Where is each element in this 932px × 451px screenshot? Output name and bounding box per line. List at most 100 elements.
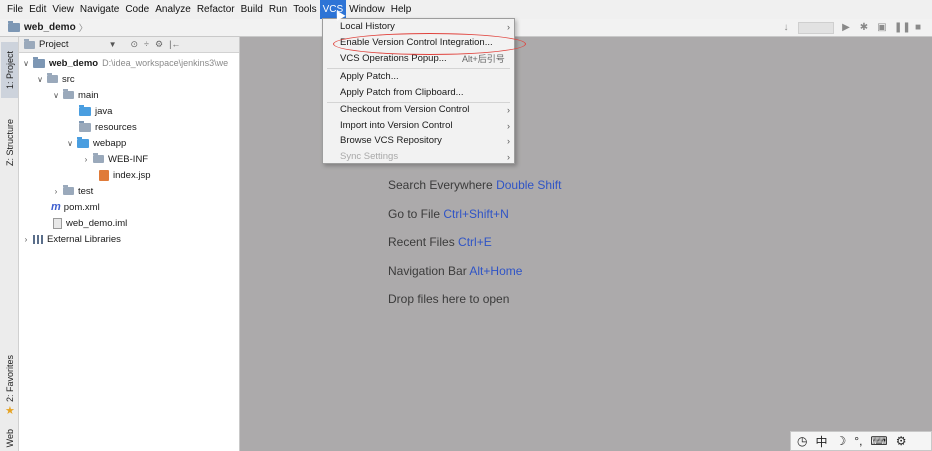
chevron-down-icon[interactable]: ∨ [51, 91, 61, 100]
menu-item-apply-patch[interactable]: Apply Patch... [323, 69, 514, 85]
project-panel-title[interactable]: Project [39, 39, 69, 50]
hint-shortcut: Alt+Home [469, 264, 523, 278]
menu-build[interactable]: Build [238, 0, 266, 19]
chevron-right-icon: › [507, 152, 510, 162]
chevron-down-icon[interactable]: ∨ [35, 75, 45, 84]
ime-settings-icon[interactable]: ⚙ [896, 434, 907, 448]
ime-punctuation-icon[interactable]: °, [854, 434, 862, 448]
hint-navigation-bar: Navigation Bar Alt+Home [388, 264, 522, 278]
menu-item-label: Apply Patch from Clipboard... [340, 87, 464, 98]
tree-item-web-demo[interactable]: ∨ web_demo D:\idea_workspace\jenkins3\we [19, 55, 239, 71]
tree-item-pom-xml[interactable]: m pom.xml [19, 199, 239, 215]
coverage-icon[interactable]: ▣ [876, 22, 888, 34]
tree-item-label: java [95, 105, 113, 117]
tree-item-label: External Libraries [47, 233, 121, 245]
menu-item-import-vcs[interactable]: Import into Version Control › [323, 118, 514, 134]
menu-run[interactable]: Run [266, 0, 290, 19]
menu-help[interactable]: Help [388, 0, 415, 19]
hint-drop-files: Drop files here to open [388, 292, 509, 306]
tree-item-src[interactable]: ∨ src [19, 71, 239, 87]
hint-text: Go to File [388, 207, 441, 221]
folder-icon [63, 185, 74, 195]
locate-icon[interactable]: ⊙ [131, 39, 139, 50]
chevron-down-icon[interactable]: ∨ [21, 59, 31, 68]
collapse-icon[interactable]: ÷ [144, 39, 149, 50]
menu-window[interactable]: Window [346, 0, 388, 19]
project-folder-icon [8, 21, 20, 32]
menu-item-label: Sync Settings [340, 151, 399, 162]
project-view-icon [24, 38, 35, 49]
menu-item-checkout[interactable]: Checkout from Version Control › [323, 102, 514, 118]
chevron-right-icon[interactable]: › [51, 187, 61, 196]
menu-item-label: Import into Version Control [340, 120, 453, 131]
tab-structure[interactable]: Z: Structure [1, 113, 18, 173]
menu-analyze[interactable]: Analyze [152, 0, 194, 19]
tree-item-web-inf[interactable]: › WEB-INF [19, 151, 239, 167]
left-tool-strip: 1: Project Z: Structure 2: Favorites ★ W… [0, 37, 19, 451]
ime-keyboard-icon[interactable]: ⌨ [870, 434, 887, 448]
tree-item-main[interactable]: ∨ main [19, 87, 239, 103]
tab-web[interactable]: Web [1, 427, 18, 449]
ime-logo-icon[interactable]: ◷ [797, 434, 807, 448]
hint-text: Recent Files [388, 235, 455, 249]
tree-item-path: D:\idea_workspace\jenkins3\we [102, 58, 229, 68]
ime-language-toggle[interactable]: 中 [815, 433, 827, 450]
tree-item-webapp[interactable]: ∨ webapp [19, 135, 239, 151]
chevron-down-icon[interactable]: ∨ [65, 139, 75, 148]
hint-shortcut: Ctrl+Shift+N [443, 207, 509, 221]
chevron-right-icon[interactable]: › [81, 155, 91, 164]
tab-structure-label: Z: Structure [4, 119, 15, 167]
folder-icon [47, 73, 58, 83]
menu-item-sync-settings: Sync Settings › [323, 149, 514, 165]
tree-item-label: src [62, 73, 75, 85]
chevron-right-icon[interactable]: › [21, 235, 31, 244]
menu-item-apply-patch-clipboard[interactable]: Apply Patch from Clipboard... [323, 85, 514, 101]
toolbar-right: ↓ ▶ ✱ ▣ ❚❚ ■ [780, 19, 932, 37]
tree-item-label: index.jsp [113, 169, 151, 181]
module-file-icon [53, 217, 62, 229]
menu-refactor[interactable]: Refactor [194, 0, 238, 19]
tree-item-external-libraries[interactable]: › External Libraries [19, 231, 239, 247]
ime-halfwidth-icon[interactable]: ☽ [836, 434, 847, 448]
breadcrumb-project[interactable]: web_demo [24, 22, 76, 33]
tree-item-label: test [78, 185, 94, 197]
source-folder-icon [79, 104, 91, 116]
hint-recent-files: Recent Files Ctrl+E [388, 235, 492, 249]
tree-item-label: main [78, 89, 99, 101]
run-icon[interactable]: ▶ [840, 22, 852, 34]
tree-item-test[interactable]: › test [19, 183, 239, 199]
tab-web-label: Web [4, 428, 15, 448]
hint-shortcut: Double Shift [496, 178, 562, 192]
tab-project[interactable]: 1: Project [1, 42, 18, 98]
tree-item-iml[interactable]: web_demo.iml [19, 215, 239, 231]
chevron-down-icon[interactable]: ▼ [109, 40, 117, 49]
menu-file[interactable]: File [4, 0, 26, 19]
library-icon [33, 234, 43, 244]
gear-icon[interactable]: ⚙ [155, 39, 163, 50]
menu-item-label: Browse VCS Repository [340, 135, 442, 146]
debug-icon[interactable]: ✱ [858, 22, 870, 34]
menu-item-browse-repository[interactable]: Browse VCS Repository › [323, 133, 514, 149]
menu-navigate[interactable]: Navigate [77, 0, 122, 19]
tree-item-java[interactable]: java [19, 103, 239, 119]
hint-text: Drop files here to open [388, 292, 510, 306]
hide-icon[interactable]: |← [169, 39, 180, 50]
breadcrumb-chevron-icon: 〉 [78, 23, 88, 33]
tab-favorites[interactable]: 2: Favorites [1, 355, 18, 403]
menu-view[interactable]: View [49, 0, 77, 19]
menu-edit[interactable]: Edit [26, 0, 49, 19]
menu-code[interactable]: Code [122, 0, 152, 19]
run-config-selector[interactable] [798, 22, 834, 34]
project-tree: ∨ web_demo D:\idea_workspace\jenkins3\we… [19, 53, 239, 247]
web-folder-icon [77, 136, 89, 148]
menu-tools[interactable]: Tools [290, 0, 319, 19]
tree-item-label: pom.xml [63, 201, 100, 213]
hint-text: Navigation Bar [388, 264, 467, 278]
ime-toolbar: ◷ 中 ☽ °, ⌨ ⚙ [790, 431, 932, 451]
tree-item-index-jsp[interactable]: index.jsp [19, 167, 239, 183]
tree-item-resources[interactable]: resources [19, 119, 239, 135]
project-panel-header: Project ▼ ⊙ ÷ ⚙ |← [19, 37, 239, 53]
pause-icon[interactable]: ❚❚ [894, 22, 911, 34]
sort-icon[interactable]: ↓ [780, 22, 792, 34]
stop-icon[interactable]: ■ [912, 22, 924, 34]
